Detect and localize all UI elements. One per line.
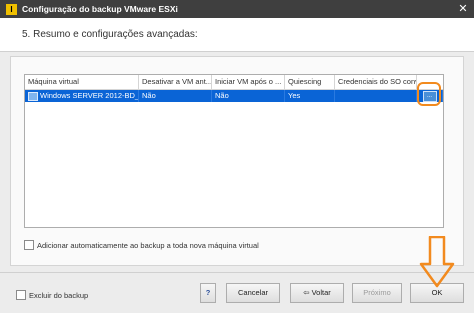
cell-start-vm[interactable]: Não	[212, 90, 285, 102]
auto-add-checkbox[interactable]	[24, 240, 34, 250]
virtual-machine-icon	[28, 91, 38, 101]
exclude-option[interactable]: Excluir do backup	[16, 290, 88, 300]
cell-credentials[interactable]	[335, 90, 417, 102]
column-header-vm[interactable]: Máquina virtual	[25, 75, 139, 89]
back-button-label: Voltar	[311, 288, 331, 297]
annotation-highlight	[417, 82, 441, 106]
back-arrow-icon: ⇦	[303, 288, 310, 297]
close-icon[interactable]: ✕	[456, 2, 470, 16]
exclude-label: Excluir do backup	[29, 290, 89, 300]
exclude-checkbox[interactable]	[16, 290, 26, 300]
annotation-arrow-icon	[419, 236, 455, 288]
vm-table: Máquina virtual Desativar a VM ant... In…	[24, 74, 444, 228]
column-header-credentials[interactable]: Credenciais do SO convi...	[335, 75, 417, 89]
window-title: Configuração do backup VMware ESXi	[22, 4, 178, 14]
cell-disable-vm[interactable]: Não	[139, 90, 212, 102]
footer-divider	[0, 272, 474, 273]
back-button[interactable]: ⇦ Voltar	[290, 283, 344, 303]
cell-vm-name: Windows SERVER 2012-BD_(lo...	[40, 91, 139, 100]
window-titlebar: I Configuração do backup VMware ESXi ✕	[0, 0, 474, 18]
next-button[interactable]: Próximo	[352, 283, 402, 303]
cancel-button[interactable]: Cancelar	[226, 283, 280, 303]
auto-add-label: Adicionar automaticamente ao backup a to…	[37, 240, 259, 250]
help-button[interactable]: ?	[200, 283, 216, 303]
column-header-disable-vm[interactable]: Desativar a VM ant...	[139, 75, 212, 89]
auto-add-option[interactable]: Adicionar automaticamente ao backup a to…	[24, 240, 259, 250]
column-header-start-vm[interactable]: Iniciar VM após o ...	[212, 75, 285, 89]
step-header: 5. Resumo e configurações avançadas:	[0, 18, 474, 52]
column-header-quiescing[interactable]: Quiescing	[285, 75, 335, 89]
table-row[interactable]: Windows SERVER 2012-BD_(lo... Não Não Ye…	[25, 90, 443, 102]
table-header: Máquina virtual Desativar a VM ant... In…	[25, 75, 443, 90]
cell-vm[interactable]: Windows SERVER 2012-BD_(lo...	[25, 90, 139, 102]
step-title: 5. Resumo e configurações avançadas:	[22, 29, 198, 40]
cell-quiescing[interactable]: Yes	[285, 90, 335, 102]
app-icon: I	[6, 3, 17, 15]
